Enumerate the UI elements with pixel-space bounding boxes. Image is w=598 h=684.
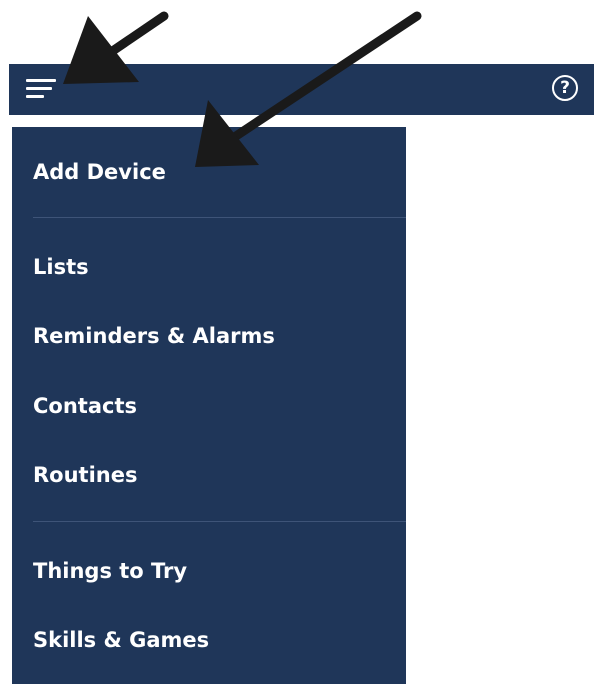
menu-item-routines[interactable]: Routines bbox=[33, 462, 137, 488]
menu-item-reminders-alarms[interactable]: Reminders & Alarms bbox=[33, 323, 275, 349]
menu-item-add-device[interactable]: Add Device bbox=[33, 159, 166, 185]
help-icon[interactable]: ? bbox=[552, 75, 578, 101]
top-app-bar: ? bbox=[9, 64, 594, 115]
menu-item-things-to-try[interactable]: Things to Try bbox=[33, 558, 187, 584]
menu-item-lists[interactable]: Lists bbox=[33, 254, 89, 280]
menu-divider bbox=[33, 521, 406, 522]
menu-item-contacts[interactable]: Contacts bbox=[33, 393, 137, 419]
app-screen: ? Add Device Lists Reminders & Alarms Co… bbox=[0, 0, 598, 684]
menu-item-skills-games[interactable]: Skills & Games bbox=[33, 627, 209, 653]
menu-divider bbox=[33, 217, 406, 218]
navigation-drawer: Add Device Lists Reminders & Alarms Cont… bbox=[12, 127, 406, 684]
hamburger-menu-icon[interactable] bbox=[26, 74, 58, 102]
